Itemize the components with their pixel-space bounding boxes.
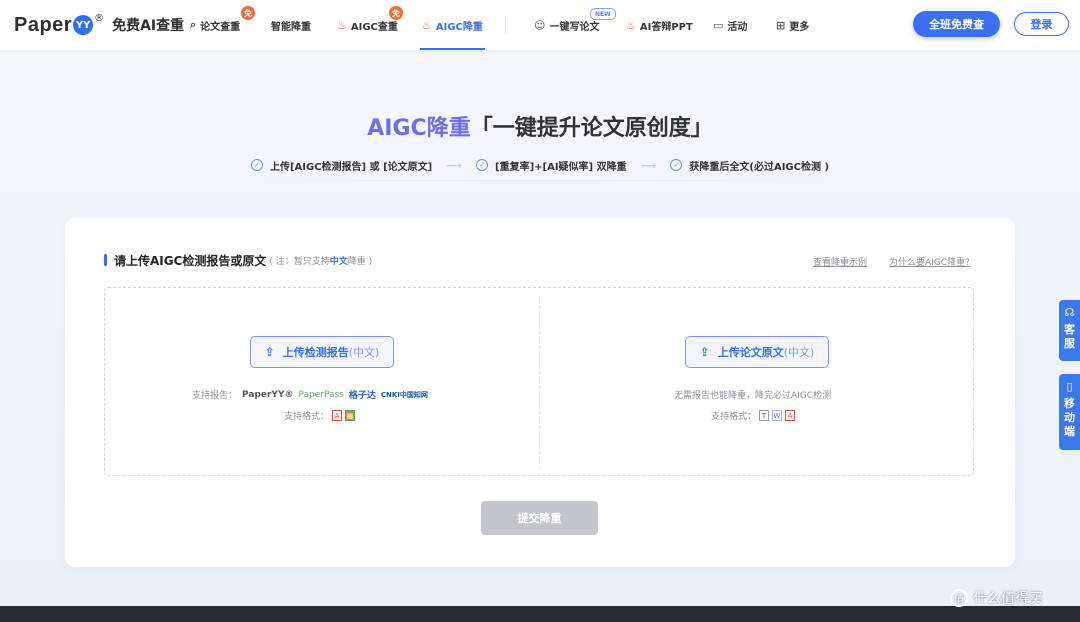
supported-reports-label: 支持报告：	[192, 391, 238, 401]
free-badge: 免	[241, 6, 255, 20]
fire-icon: ♨	[626, 18, 636, 32]
upload-original-sub: (中文)	[783, 346, 815, 359]
free-badge: 免	[389, 6, 403, 20]
nav-item-write-paper[interactable]: ☺ 一键写论文 NEW	[534, 0, 616, 50]
logo-mark: YY	[73, 15, 94, 35]
upload-icon: ⇪	[699, 345, 710, 359]
step-3: ✓ 获降重后全文(必过AIGC检测 )	[670, 158, 829, 173]
nav-divider	[505, 16, 506, 34]
supported-formats-left: 支持格式： A ▦	[284, 409, 356, 422]
upload-original-label: 上传论文原文	[717, 346, 784, 359]
paperyy-logo: PaperYY®	[242, 389, 294, 400]
upload-icon: ⇪	[264, 345, 275, 359]
class-free-check-button[interactable]: 全班免费查	[913, 11, 1000, 37]
check-circle-icon: ✓	[476, 159, 488, 171]
zip-file-icon: ▦	[345, 410, 356, 421]
page-title: AIGC降重「一键提升论文原创度」	[0, 110, 1080, 142]
phone-icon: ▯	[1066, 380, 1073, 393]
process-steps: ✓ 上传[AIGC检测报告] 或 [论文原文] ⟶ ✓ [重复率]+[AI疑似率…	[0, 157, 1080, 173]
doc-file-icon: W	[772, 410, 783, 421]
nav-item-more[interactable]: ⊞ 更多	[776, 0, 809, 50]
logo-text: Paper	[14, 13, 73, 36]
step-label: [重复率]+[AI疑似率] 双降重	[495, 161, 627, 173]
card-header: 请上传AIGC检测报告或原文 ( 注：暂只支持中文降重 )	[104, 252, 372, 268]
nav-item-activities[interactable]: ▭ 活动	[713, 0, 747, 50]
nav-label: 论文查重	[200, 21, 241, 33]
card-note-prefix: ( 注：暂只支持	[269, 256, 330, 267]
why-aigc-rewrite-link[interactable]: 为什么要AIGC降重?	[889, 255, 970, 268]
smzdm-logo-icon: 值	[950, 589, 968, 607]
customer-service-tab[interactable]: ☊ 客服	[1059, 300, 1080, 361]
nav-label: AI答辩PPT	[639, 21, 693, 33]
active-tab-underline	[420, 48, 485, 50]
brain-icon: ☺	[534, 18, 546, 32]
cnki-logo: CNKI中国知网	[380, 390, 428, 399]
upload-original-button[interactable]: ⇪ 上传论文原文 (中文)	[685, 336, 829, 368]
nav-item-aigc-rewrite[interactable]: ♨ AIGC降重	[420, 0, 485, 50]
pdf-file-icon: A	[332, 410, 343, 421]
check-circle-icon: ✓	[250, 159, 263, 171]
arrow-right-icon: ⟶	[446, 158, 462, 172]
nav-item-smart-rewrite[interactable]: 智能降重	[271, 0, 311, 50]
view-example-link[interactable]: 查看降重示例	[813, 255, 867, 268]
headset-icon: ☊	[1064, 306, 1075, 319]
title-accent-bar	[104, 254, 107, 266]
fire-icon: ♨	[337, 18, 347, 32]
nav-label: 智能降重	[271, 21, 311, 33]
nav-label: AIGC降重	[435, 21, 483, 33]
nav-item-aigc-check[interactable]: ♨ AIGC查重 免	[337, 0, 403, 50]
upload-report-label: 上传检测报告	[282, 346, 349, 359]
supported-reports: 支持报告： PaperYY® PaperPass 格子达 CNKI中国知网	[192, 388, 428, 402]
submit-rewrite-button[interactable]: 提交降重	[481, 501, 598, 535]
logo-slogan: 免费AI查重	[112, 18, 185, 34]
watermark: 值 什么值得买	[950, 588, 1043, 608]
nav-item-ai-ppt[interactable]: ♨ AI答辩PPT	[626, 0, 693, 50]
supported-formats-right: 支持格式： T W A	[711, 409, 796, 422]
step-2: ✓ [重复率]+[AI疑似率] 双降重	[476, 158, 627, 173]
card-note-suffix: 降重 )	[347, 256, 373, 267]
nav-label: 更多	[789, 21, 810, 33]
pdf-file-icon: A	[785, 410, 796, 421]
new-badge: NEW	[590, 8, 616, 20]
nav-item-paper-check[interactable]: ⌕ 论文查重 免	[190, 0, 255, 50]
nav-label: 一键写论文	[549, 21, 600, 33]
grid-icon: ⊞	[776, 18, 786, 32]
upload-divider	[539, 296, 541, 469]
customer-service-label: 客服	[1064, 323, 1075, 350]
supported-formats-label: 支持格式：	[284, 412, 330, 422]
upload-report-sub: (中文)	[348, 346, 380, 359]
paperpass-logo: PaperPass	[298, 389, 344, 400]
mobile-label: 移动端	[1064, 397, 1075, 438]
gezida-logo: 格子达	[348, 391, 376, 401]
nav-label: AIGC查重	[350, 21, 398, 33]
page-title-rest: 「一键提升论文原创度」	[470, 116, 713, 141]
check-circle-icon: ✓	[670, 159, 683, 171]
step-1: ✓ 上传[AIGC检测报告] 或 [论文原文]	[250, 158, 433, 173]
step-label: 获降重后全文(必过AIGC检测 )	[689, 161, 830, 173]
step-label: 上传[AIGC检测报告] 或 [论文原文]	[269, 161, 433, 173]
document-search-icon: ⌕	[190, 18, 197, 31]
upload-report-button[interactable]: ⇪ 上传检测报告 (中文)	[250, 336, 394, 368]
supported-formats-label: 支持格式：	[711, 412, 757, 422]
original-upload-hint: 无需报告也能降重，降完必过AIGC检测	[674, 391, 832, 401]
arrow-right-icon: ⟶	[640, 158, 657, 172]
card-note-highlight: 中文	[329, 256, 348, 267]
nav-label: 活动	[727, 21, 748, 33]
top-header: Paper YY ® 免费AI查重 ⌕ 论文查重 免 智能降重 ♨ AIGC查重…	[0, 0, 1080, 50]
logo[interactable]: Paper YY ® 免费AI查重	[14, 11, 184, 39]
txt-file-icon: T	[759, 410, 770, 421]
watermark-text: 什么值得买	[973, 591, 1043, 607]
footer-bar	[0, 606, 1080, 622]
mobile-tab[interactable]: ▯ 移动端	[1059, 374, 1080, 450]
upload-dropzone[interactable]: ⇪ 上传检测报告 (中文) 支持报告： PaperYY® PaperPass 格子…	[104, 287, 974, 476]
card-title: 请上传AIGC检测报告或原文	[114, 253, 267, 268]
calendar-icon: ▭	[713, 18, 724, 32]
card-note: ( 注：暂只支持中文降重 )	[269, 254, 372, 267]
fire-icon: ♨	[422, 18, 432, 32]
steps-divider	[235, 180, 845, 181]
upload-card: 请上传AIGC检测报告或原文 ( 注：暂只支持中文降重 ) 查看降重示例 为什么…	[65, 218, 1015, 567]
page-title-highlight: AIGC降重	[367, 116, 471, 141]
login-button[interactable]: 登录	[1014, 12, 1069, 36]
logo-registered-mark: ®	[94, 12, 105, 24]
